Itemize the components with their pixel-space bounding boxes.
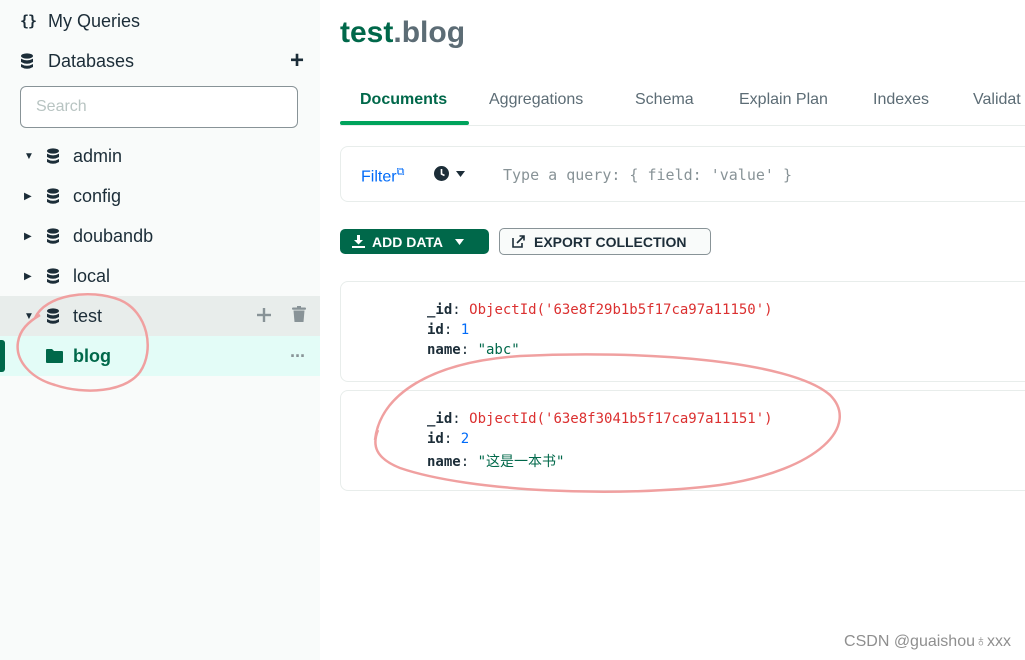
database-icon xyxy=(46,147,60,165)
databases-header: Databases + xyxy=(0,41,320,81)
database-name: config xyxy=(73,185,122,206)
title-collection: blog xyxy=(401,16,466,49)
field-value: "abc" xyxy=(477,342,520,358)
folder-icon xyxy=(46,349,63,363)
field-key: name xyxy=(427,342,461,358)
query-input[interactable] xyxy=(501,159,1025,191)
tab-explain-plan[interactable]: Explain Plan xyxy=(739,91,828,109)
create-collection-plus-icon[interactable] xyxy=(257,306,271,327)
field-key: name xyxy=(427,454,461,470)
title-dot: . xyxy=(393,16,402,49)
sidebar-item-blog[interactable]: blog ··· xyxy=(0,336,320,376)
doc-field-name: name: "abc" xyxy=(427,342,520,358)
caret-right-icon[interactable]: ▶ xyxy=(24,271,32,282)
download-icon xyxy=(352,235,365,248)
external-link-icon: ⧉ xyxy=(396,166,405,178)
caret-down-icon xyxy=(455,238,465,245)
sidebar-item-admin[interactable]: ▼ admin xyxy=(0,136,320,176)
caret-right-icon[interactable]: ▶ xyxy=(24,231,32,242)
active-tab-underline xyxy=(340,121,469,125)
tab-schema[interactable]: Schema xyxy=(635,91,694,109)
field-value: 2 xyxy=(460,431,470,447)
tab-validation[interactable]: Validat xyxy=(973,91,1021,109)
filter-link[interactable]: Filter⧉ xyxy=(361,166,404,186)
filter-label: Filter xyxy=(361,168,397,186)
add-data-button[interactable]: ADD DATA xyxy=(340,229,489,254)
sidebar-search-input[interactable] xyxy=(20,86,298,128)
database-name: test xyxy=(73,305,103,326)
database-icon xyxy=(46,307,60,325)
database-icon xyxy=(46,187,60,205)
doc-field-id: _id: ObjectId('63e8f3041b5f17ca97a11151'… xyxy=(427,411,773,427)
caret-down-icon[interactable]: ▼ xyxy=(24,311,34,322)
query-history-dropdown[interactable] xyxy=(434,166,465,181)
doc-field-id: _id: ObjectId('63e8f29b1b5f17ca97a11150'… xyxy=(427,302,773,318)
main-panel: test.blog Documents Aggregations Schema … xyxy=(320,0,1025,660)
collection-name: blog xyxy=(73,345,111,366)
database-name: doubandb xyxy=(73,225,154,246)
document-card[interactable]: _id: ObjectId('63e8f29b1b5f17ca97a11150'… xyxy=(340,281,1025,382)
my-queries-label: My Queries xyxy=(48,10,141,31)
add-data-label: ADD DATA xyxy=(372,233,444,250)
watermark: CSDN @guaishou♁xxx xyxy=(844,633,1011,650)
field-key: _id xyxy=(427,302,453,318)
active-indicator xyxy=(0,340,5,372)
sidebar-item-test[interactable]: ▼ test xyxy=(0,296,320,336)
field-key: _id xyxy=(427,411,453,427)
field-value: ObjectId('63e8f29b1b5f17ca97a11150') xyxy=(469,302,773,318)
sidebar-item-doubandb[interactable]: ▶ doubandb xyxy=(0,216,320,256)
databases-label: Databases xyxy=(48,50,135,71)
export-collection-label: EXPORT COLLECTION xyxy=(534,233,687,250)
sidebar-item-local[interactable]: ▶ local xyxy=(0,256,320,296)
field-key: id xyxy=(427,431,444,447)
doc-field-id-number: id: 1 xyxy=(427,322,470,338)
trash-icon[interactable] xyxy=(292,306,306,327)
database-icon xyxy=(46,267,60,285)
doc-field-id-number: id: 2 xyxy=(427,431,470,447)
database-icon xyxy=(46,227,60,245)
sidebar: {} My Queries Databases + ▼ admin ▶ conf… xyxy=(0,0,320,660)
document-card[interactable]: _id: ObjectId('63e8f3041b5f17ca97a11151'… xyxy=(340,390,1025,491)
sidebar-item-config[interactable]: ▶ config xyxy=(0,176,320,216)
tab-aggregations[interactable]: Aggregations xyxy=(489,91,583,109)
caret-down-icon xyxy=(456,170,465,177)
caret-down-icon[interactable]: ▼ xyxy=(24,151,34,162)
ellipsis-icon[interactable]: ··· xyxy=(290,346,306,367)
field-value: 1 xyxy=(460,322,470,338)
tab-documents[interactable]: Documents xyxy=(360,91,447,109)
caret-right-icon[interactable]: ▶ xyxy=(24,191,32,202)
filter-bar: Filter⧉ xyxy=(340,146,1025,202)
database-name: local xyxy=(73,265,111,286)
field-value: "这是一本书" xyxy=(477,454,565,470)
export-collection-button[interactable]: EXPORT COLLECTION xyxy=(499,228,711,255)
doc-field-name: name: "这是一本书" xyxy=(427,454,565,470)
database-name: admin xyxy=(73,145,123,166)
export-icon xyxy=(512,235,525,248)
my-queries-item[interactable]: {} My Queries xyxy=(0,1,320,41)
clock-icon xyxy=(434,166,449,181)
curly-braces-icon: {} xyxy=(20,12,37,30)
field-key: id xyxy=(427,322,444,338)
create-database-plus-icon[interactable]: + xyxy=(290,49,304,73)
field-value: ObjectId('63e8f3041b5f17ca97a11151') xyxy=(469,411,773,427)
title-database: test xyxy=(340,16,394,49)
page-title: test.blog xyxy=(340,16,465,50)
tab-bar: Documents Aggregations Schema Explain Pl… xyxy=(340,79,1025,126)
database-icon xyxy=(20,52,34,70)
tab-indexes[interactable]: Indexes xyxy=(873,91,929,109)
